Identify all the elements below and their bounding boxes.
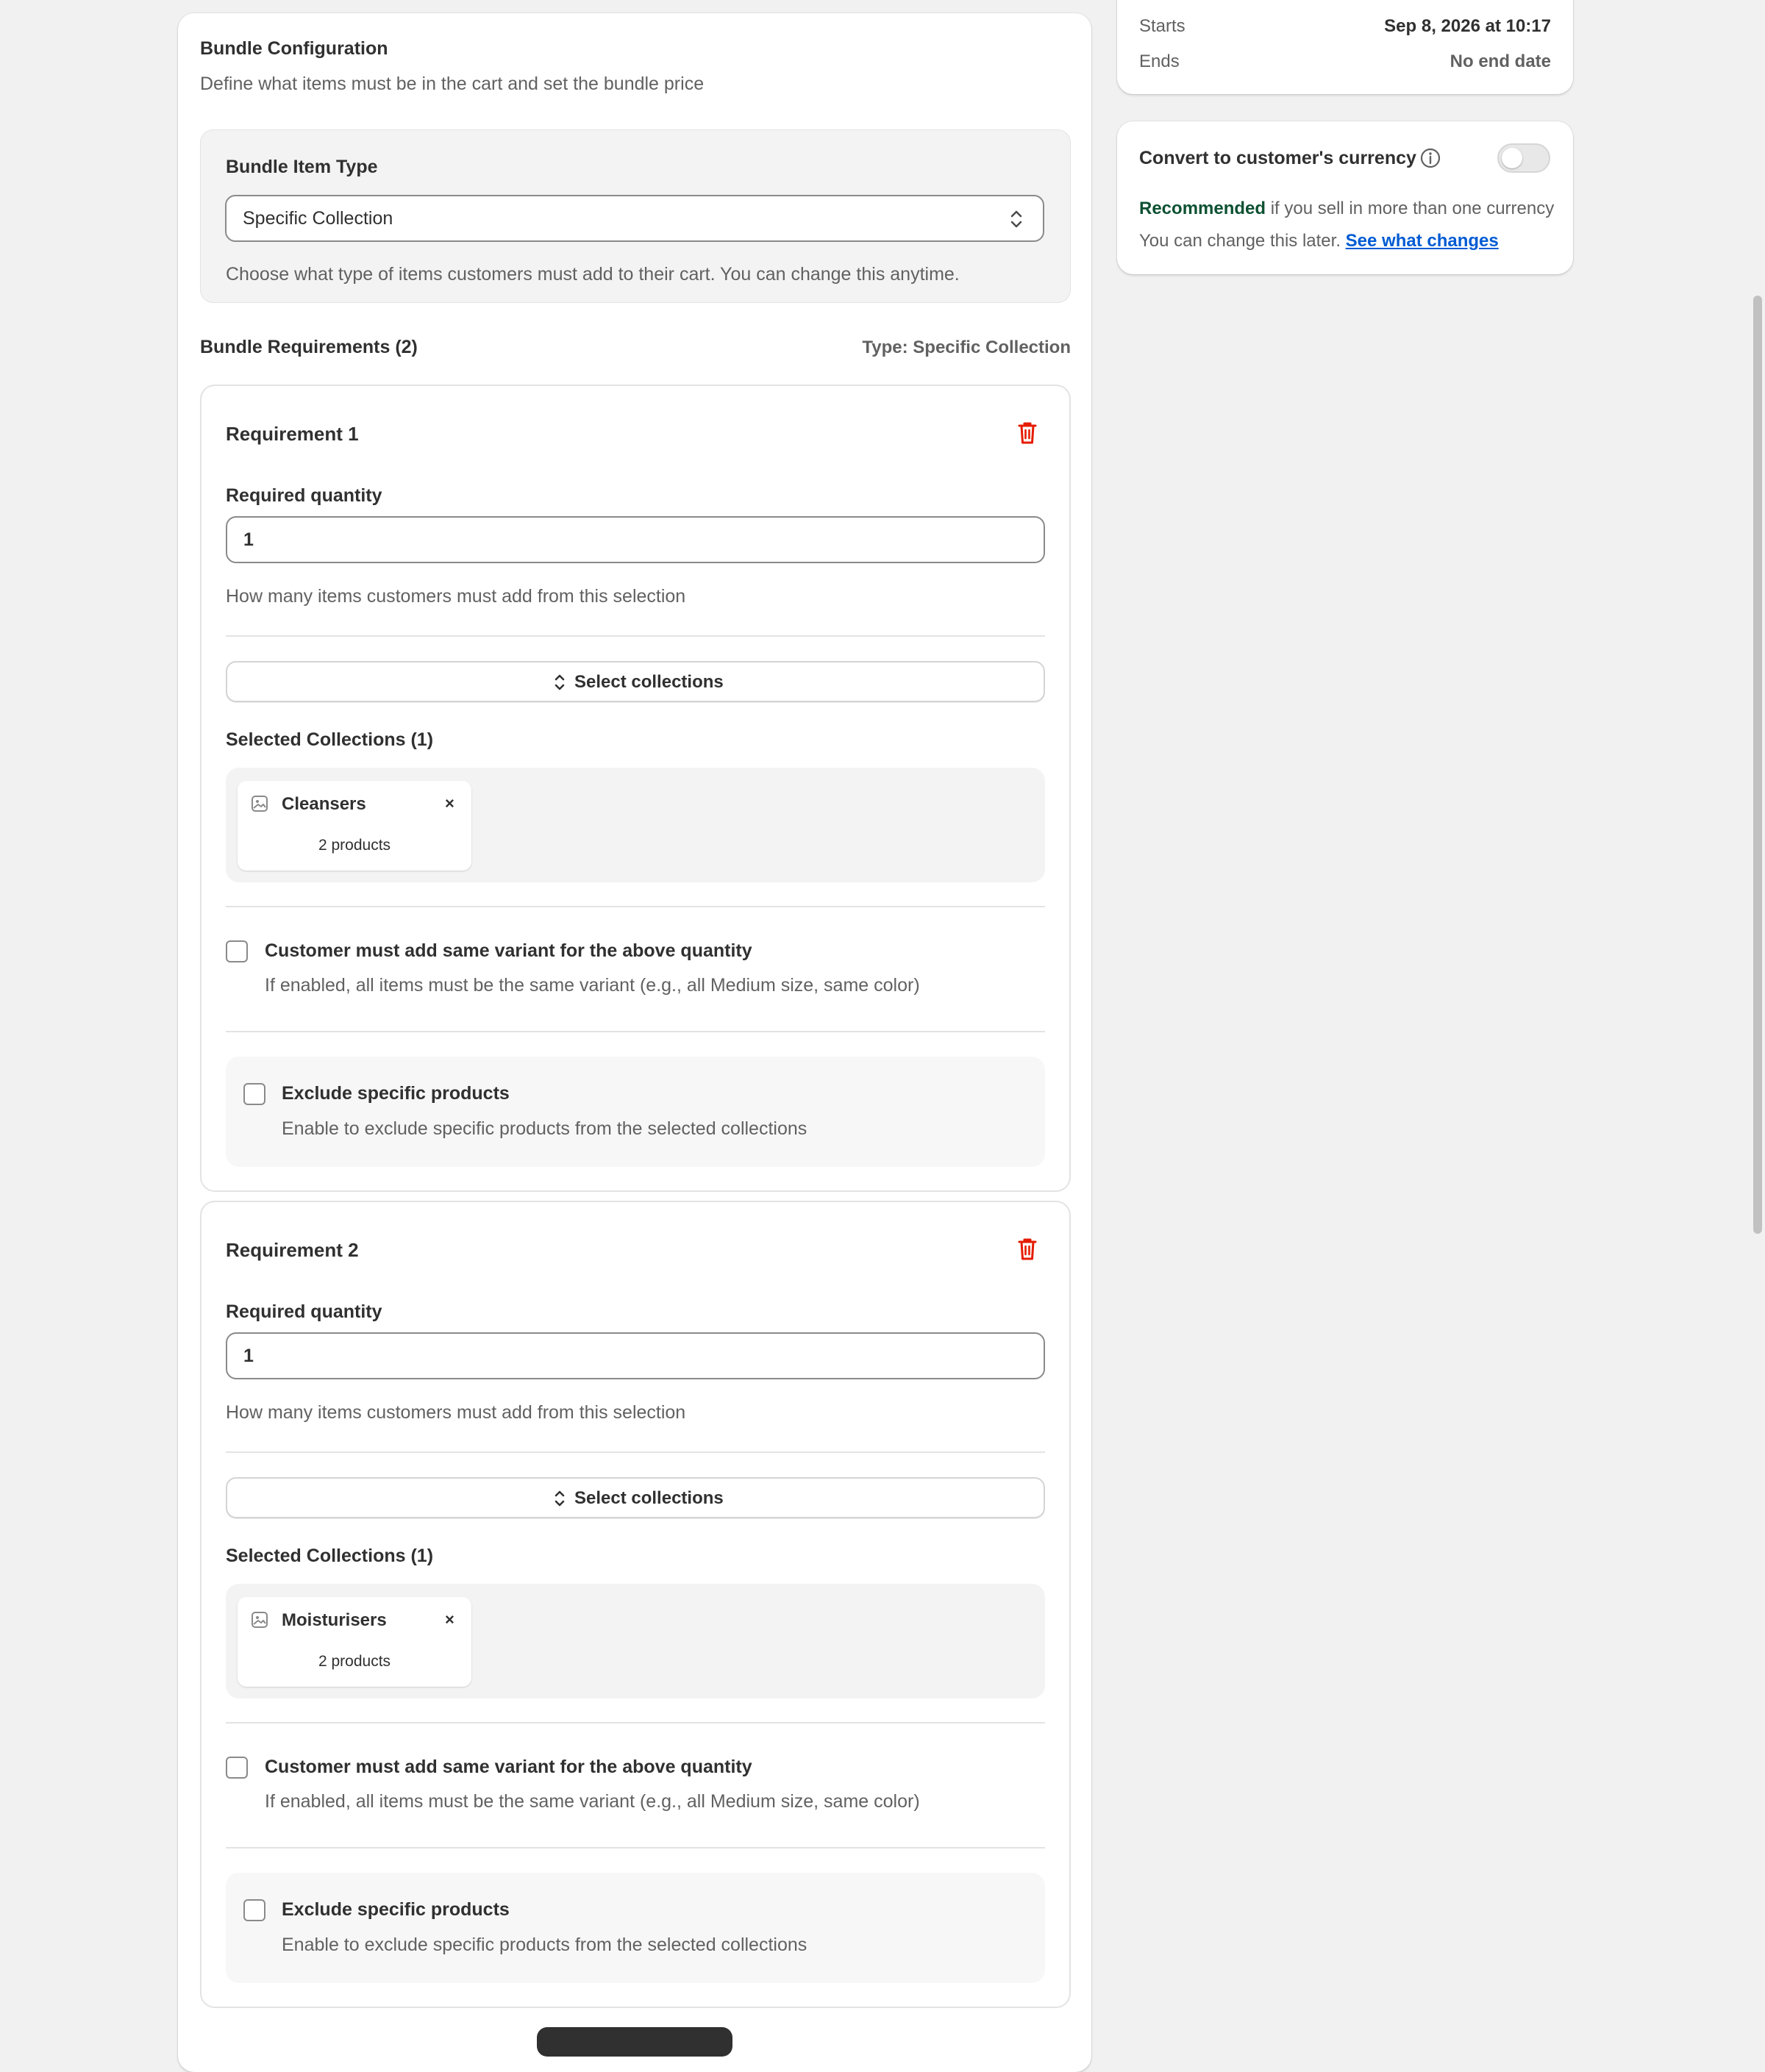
requirement-card: Requirement 2 Required quantity 1 How ma… (200, 1201, 1071, 2008)
toggle-knob (1502, 148, 1522, 168)
divider (226, 1847, 1045, 1848)
select-chevrons-icon (555, 674, 565, 690)
remove-collection-icon[interactable]: × (445, 794, 454, 813)
image-placeholder-icon (252, 1612, 268, 1628)
bundle-requirements-heading: Bundle Requirements (2) (200, 337, 418, 357)
add-requirement-button[interactable] (537, 2027, 732, 2057)
exclude-products-help: Enable to exclude specific products from… (282, 1118, 807, 1139)
image-placeholder-icon (252, 796, 268, 812)
divider (226, 1722, 1045, 1723)
same-variant-label: Customer must add same variant for the a… (265, 1757, 752, 1777)
scrollbar-thumb[interactable] (1753, 296, 1762, 1234)
starts-value: Sep 8, 2026 at 10:17 (1384, 16, 1551, 36)
requirement-title: Requirement 2 (226, 1239, 359, 1261)
requirement-title: Requirement 1 (226, 423, 359, 445)
divider (226, 635, 1045, 637)
recommended-rest: if you sell in more than one currency (1266, 199, 1555, 218)
bundle-requirements-type: Type: Specific Collection (862, 337, 1071, 357)
collection-chip-name: Moisturisers (282, 1610, 387, 1630)
exclude-products-help: Enable to exclude specific products from… (282, 1935, 807, 1955)
ends-value: No end date (1450, 51, 1551, 71)
collection-chip: Cleansers × 2 products (238, 781, 471, 871)
schedule-card: Starts Sep 8, 2026 at 10:17 Ends No end … (1117, 0, 1573, 94)
same-variant-help: If enabled, all items must be the same v… (265, 975, 920, 996)
select-collections-button[interactable]: Select collections (226, 661, 1045, 702)
required-quantity-input[interactable]: 1 (226, 516, 1045, 563)
bundle-configuration-card: Bundle Configuration Define what items m… (178, 13, 1091, 2072)
same-variant-help: If enabled, all items must be the same v… (265, 1791, 920, 1812)
exclude-products-checkbox[interactable] (243, 1899, 265, 1921)
required-quantity-help: How many items customers must add from t… (226, 586, 686, 607)
recommended-text: Recommended (1139, 199, 1266, 218)
selected-collections-list: Cleansers × 2 products (226, 768, 1045, 882)
select-collections-label: Select collections (574, 672, 724, 692)
selected-collections-heading: Selected Collections (1) (226, 729, 434, 750)
info-icon[interactable] (1419, 146, 1442, 170)
currency-recommendation: Recommended if you sell in more than one… (1139, 199, 1554, 219)
collection-chip: Moisturisers × 2 products (238, 1597, 471, 1687)
ends-label: Ends (1139, 51, 1180, 71)
currency-card: Convert to customer's currency Recommend… (1117, 121, 1573, 274)
exclude-products-label: Exclude specific products (282, 1899, 510, 1920)
select-chevrons-icon (555, 1490, 565, 1507)
bundle-item-type-label: Bundle Item Type (226, 157, 378, 177)
delete-requirement-icon[interactable] (1016, 1237, 1038, 1262)
currency-change-later: You can change this later. See what chan… (1139, 231, 1499, 251)
collection-chip-count: 2 products (318, 1653, 391, 1670)
bundle-item-type-panel: Bundle Item Type Specific Collection Cho… (200, 129, 1071, 303)
divider (226, 1031, 1045, 1032)
bundle-item-type-value: Specific Collection (243, 208, 393, 229)
exclude-products-checkbox[interactable] (243, 1083, 265, 1105)
collection-chip-count: 2 products (318, 837, 391, 854)
required-quantity-input[interactable]: 1 (226, 1332, 1045, 1379)
bundle-config-title: Bundle Configuration (200, 38, 388, 59)
selected-collections-heading: Selected Collections (1) (226, 1546, 434, 1566)
see-what-changes-link[interactable]: See what changes (1346, 231, 1499, 251)
selected-collections-list: Moisturisers × 2 products (226, 1584, 1045, 1698)
exclude-products-panel: Exclude specific products Enable to excl… (226, 1057, 1045, 1167)
same-variant-label: Customer must add same variant for the a… (265, 940, 752, 961)
currency-title: Convert to customer's currency (1139, 148, 1416, 168)
change-later-text: You can change this later. (1139, 231, 1346, 251)
collection-chip-name: Cleansers (282, 794, 366, 814)
remove-collection-icon[interactable]: × (445, 1610, 454, 1629)
select-collections-button[interactable]: Select collections (226, 1477, 1045, 1518)
delete-requirement-icon[interactable] (1016, 421, 1038, 446)
required-quantity-value: 1 (243, 1346, 254, 1366)
bundle-item-type-help: Choose what type of items customers must… (226, 264, 960, 285)
required-quantity-label: Required quantity (226, 485, 382, 506)
currency-toggle[interactable] (1497, 143, 1550, 173)
same-variant-checkbox[interactable] (226, 940, 248, 962)
bundle-item-type-select[interactable]: Specific Collection (225, 195, 1044, 242)
required-quantity-help: How many items customers must add from t… (226, 1402, 686, 1423)
exclude-products-label: Exclude specific products (282, 1083, 510, 1104)
required-quantity-label: Required quantity (226, 1301, 382, 1322)
select-chevrons-icon (1010, 210, 1022, 228)
required-quantity-value: 1 (243, 529, 254, 550)
starts-label: Starts (1139, 16, 1185, 36)
requirement-card: Requirement 1 Required quantity 1 How ma… (200, 385, 1071, 1192)
bundle-config-subtitle: Define what items must be in the cart an… (200, 74, 705, 94)
same-variant-checkbox[interactable] (226, 1757, 248, 1779)
divider (226, 906, 1045, 907)
divider (226, 1451, 1045, 1453)
select-collections-label: Select collections (574, 1488, 724, 1508)
exclude-products-panel: Exclude specific products Enable to excl… (226, 1873, 1045, 1983)
